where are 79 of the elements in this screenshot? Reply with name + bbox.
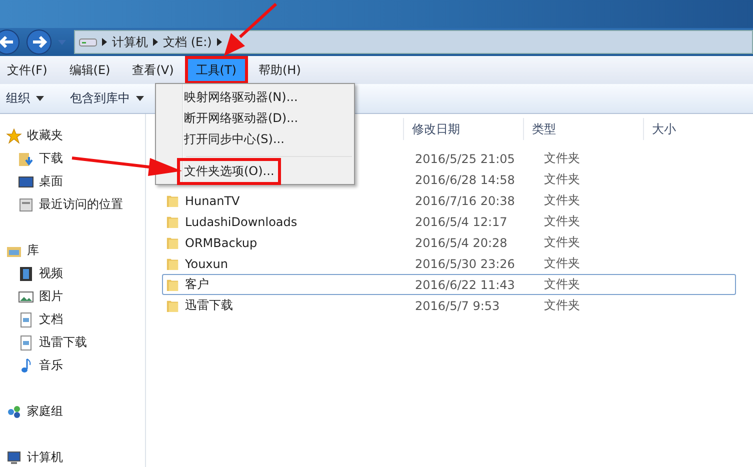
- nav-item[interactable]: 下载: [39, 150, 63, 167]
- file-row[interactable]: ORMBackup 2016/5/4 20:28 文件夹: [162, 232, 736, 253]
- nav-item[interactable]: 文档: [39, 311, 63, 328]
- forward-button[interactable]: [26, 29, 52, 55]
- folder-icon: [166, 235, 179, 250]
- menu-item[interactable]: 文件夹选项(O)...: [177, 158, 282, 185]
- date-cell-text: 2016/7/16 20:38: [414, 194, 516, 208]
- nav-icon: [6, 404, 22, 420]
- type-cell-text: 文件夹: [543, 234, 581, 251]
- chevron-icon[interactable]: [153, 38, 158, 46]
- date-cell-text: 2016/5/4 12:17: [414, 214, 508, 228]
- type-cell-text: 文件夹: [543, 192, 581, 209]
- file-name: Youxun: [185, 256, 228, 270]
- nav-icon: [18, 174, 34, 190]
- chevron-icon[interactable]: [216, 38, 222, 46]
- column-header[interactable]: 类型: [523, 118, 643, 140]
- folder-icon: [166, 298, 179, 313]
- date-cell-text: 2016/6/22 11:43: [414, 278, 516, 292]
- type-cell-text: 文件夹: [543, 255, 581, 272]
- date-cell-text: 2016/6/28 14:58: [414, 172, 516, 186]
- nav-item[interactable]: 收藏夹: [27, 127, 63, 144]
- type-cell-text: 文件夹: [543, 171, 581, 188]
- date-cell-text: 2016/5/4 20:28: [414, 236, 508, 250]
- folder-icon: [166, 193, 179, 208]
- type-cell-text: 文件夹: [543, 276, 581, 293]
- menu-item[interactable]: 查看(V): [121, 56, 185, 84]
- caret-icon: [36, 96, 44, 101]
- nav-item[interactable]: 音乐: [39, 357, 63, 374]
- date-cell-text: 2016/5/30 23:26: [414, 256, 516, 270]
- nav-item[interactable]: 计算机: [27, 449, 63, 466]
- file-row[interactable]: Youxun 2016/5/30 23:26 文件夹: [162, 253, 736, 274]
- nav-icon: [6, 128, 22, 144]
- nav-icon: [18, 196, 34, 212]
- nav-icon: [18, 288, 34, 304]
- caret-icon: [136, 96, 144, 101]
- chevron-icon[interactable]: [102, 38, 107, 46]
- date-cell-text: 2016/5/25 21:05: [414, 152, 516, 166]
- nav-item[interactable]: 迅雷下载: [39, 334, 87, 351]
- file-name: 迅雷下载: [185, 297, 233, 314]
- address-field[interactable]: 计算机 文档 (E:): [74, 30, 753, 54]
- type-cell-text: 文件夹: [543, 297, 581, 314]
- drive-icon: [79, 37, 97, 47]
- nav-icon: [18, 334, 34, 350]
- back-button[interactable]: [0, 29, 20, 55]
- nav-item[interactable]: 图片: [39, 288, 63, 305]
- toolbar-button[interactable]: 组织: [0, 88, 50, 109]
- type-cell-text: 文件夹: [543, 213, 581, 230]
- menu-item[interactable]: 编辑(E): [58, 56, 122, 84]
- nav-item[interactable]: 桌面: [39, 173, 63, 190]
- folder-icon: [166, 277, 179, 292]
- nav-icon: [6, 450, 22, 466]
- column-header[interactable]: 修改日期: [403, 118, 523, 140]
- nav-item[interactable]: 家庭组: [27, 403, 63, 420]
- file-name: LudashiDownloads: [185, 214, 298, 228]
- nav-icon: [18, 150, 34, 166]
- file-row[interactable]: LudashiDownloads 2016/5/4 12:17 文件夹: [162, 211, 736, 232]
- file-row[interactable]: 迅雷下载 2016/5/7 9:53 文件夹: [162, 295, 736, 316]
- file-name: HunanTV: [185, 194, 240, 208]
- breadcrumb-item[interactable]: 文档 (E:): [163, 34, 212, 50]
- menu-item[interactable]: 帮助(H): [248, 56, 312, 84]
- type-cell-text: 文件夹: [543, 150, 581, 167]
- menu-item[interactable]: 文件(F): [0, 56, 58, 84]
- menu-item[interactable]: 工具(T): [184, 56, 248, 84]
- nav-icon: [18, 266, 34, 282]
- annotation-arrow: [224, 2, 278, 56]
- column-header[interactable]: 大小: [643, 118, 723, 140]
- nav-item[interactable]: 库: [27, 242, 39, 259]
- folder-icon: [166, 256, 179, 271]
- file-name: 客户: [185, 276, 209, 293]
- nav-item[interactable]: 最近访问的位置: [39, 196, 123, 213]
- nav-icon: [18, 312, 34, 328]
- folder-icon: [166, 214, 179, 229]
- toolbar-button[interactable]: 包含到库中: [64, 88, 150, 109]
- breadcrumb-item[interactable]: 计算机: [112, 34, 148, 50]
- file-row[interactable]: HunanTV 2016/7/16 20:38 文件夹: [162, 190, 736, 211]
- file-name: ORMBackup: [185, 236, 258, 250]
- nav-item[interactable]: 视频: [39, 265, 63, 282]
- file-row[interactable]: 客户 2016/6/22 11:43 文件夹: [162, 274, 736, 295]
- date-cell-text: 2016/5/7 9:53: [414, 298, 501, 312]
